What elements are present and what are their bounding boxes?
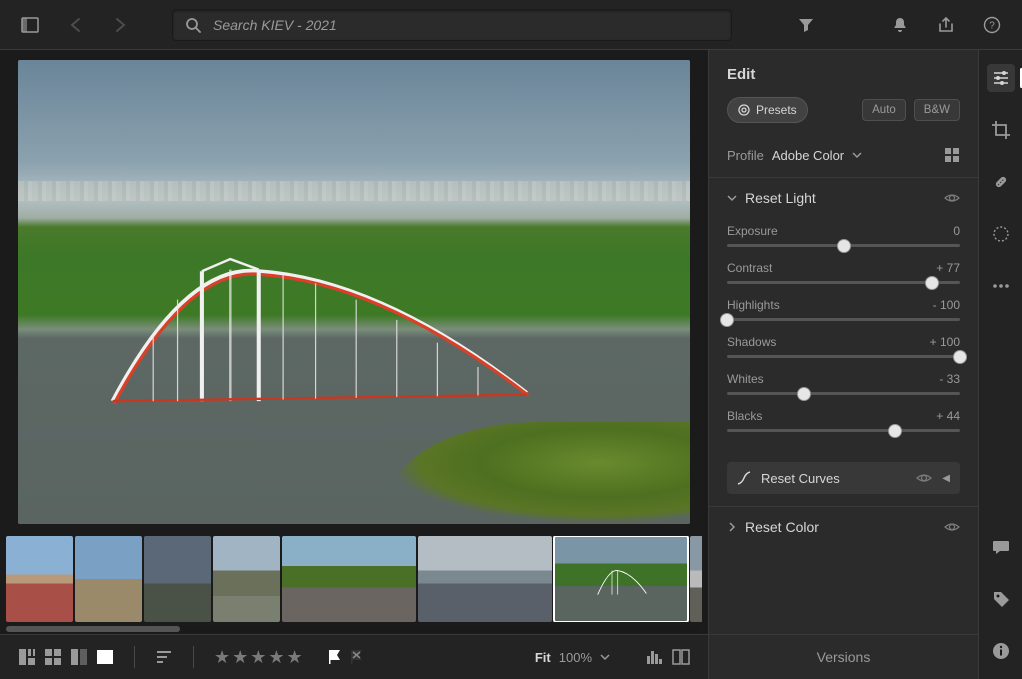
- blacks-label: Blacks: [727, 409, 762, 423]
- bell-icon[interactable]: [886, 11, 914, 39]
- more-tool[interactable]: [987, 272, 1015, 300]
- profile-browser-icon[interactable]: [944, 147, 960, 163]
- view-single-icon[interactable]: [96, 648, 114, 666]
- shadows-slider[interactable]: Shadows + 100: [727, 335, 960, 358]
- blacks-value: + 44: [936, 409, 960, 423]
- healing-tool[interactable]: [987, 168, 1015, 196]
- thumb-1[interactable]: [6, 536, 73, 622]
- blacks-slider[interactable]: Blacks + 44: [727, 409, 960, 432]
- curve-icon: [737, 471, 751, 485]
- profile-dropdown-icon[interactable]: [852, 150, 862, 160]
- histogram-icon[interactable]: [646, 648, 664, 666]
- reject-flag-icon[interactable]: [349, 649, 365, 665]
- auto-button[interactable]: Auto: [862, 99, 906, 121]
- edit-tool[interactable]: [987, 64, 1015, 92]
- chevron-right-icon: [727, 522, 737, 532]
- eye-icon[interactable]: [916, 470, 932, 486]
- view-grid-icon[interactable]: [18, 648, 36, 666]
- blacks-knob[interactable]: [888, 424, 902, 438]
- nav-back-button[interactable]: [62, 11, 90, 39]
- exposure-slider[interactable]: Exposure 0: [727, 224, 960, 247]
- thumb-4[interactable]: [213, 536, 280, 622]
- whites-value: - 33: [939, 372, 960, 386]
- zoom-fit-label[interactable]: Fit: [535, 650, 551, 665]
- view-tiles-icon[interactable]: [44, 648, 62, 666]
- highlights-value: - 100: [933, 298, 960, 312]
- thumb-5[interactable]: [282, 536, 416, 622]
- contrast-knob[interactable]: [925, 276, 939, 290]
- exposure-knob[interactable]: [837, 239, 851, 253]
- whites-slider[interactable]: Whites - 33: [727, 372, 960, 395]
- whites-knob[interactable]: [797, 387, 811, 401]
- search-input[interactable]: [211, 16, 719, 34]
- curves-title: Reset Curves: [761, 471, 906, 486]
- chevron-down-icon: [727, 193, 737, 203]
- filter-icon[interactable]: [792, 11, 820, 39]
- color-section-header[interactable]: Reset Color: [709, 507, 978, 547]
- color-section-title: Reset Color: [745, 519, 936, 535]
- eye-icon[interactable]: [944, 190, 960, 206]
- compare-view-icon[interactable]: [672, 648, 690, 666]
- sort-icon[interactable]: [155, 648, 173, 666]
- view-compare-icon[interactable]: [70, 648, 88, 666]
- highlights-label: Highlights: [727, 298, 780, 312]
- curves-row[interactable]: Reset Curves ◀: [727, 462, 960, 494]
- bw-button[interactable]: B&W: [914, 99, 960, 121]
- profile-value[interactable]: Adobe Color: [772, 148, 844, 163]
- tag-tool[interactable]: [987, 585, 1015, 613]
- shadows-value: + 100: [930, 335, 960, 349]
- highlights-knob[interactable]: [720, 313, 734, 327]
- filmstrip: [0, 534, 708, 634]
- exposure-label: Exposure: [727, 224, 778, 238]
- shadows-knob[interactable]: [953, 350, 967, 364]
- rating-stars[interactable]: ★★★★★: [214, 647, 305, 668]
- info-tool[interactable]: [987, 637, 1015, 665]
- filmstrip-scrollbar[interactable]: [6, 626, 702, 632]
- expand-icon[interactable]: ◀: [942, 473, 950, 484]
- comment-tool[interactable]: [987, 533, 1015, 561]
- light-section-header[interactable]: Reset Light: [709, 178, 978, 218]
- svg-text:?: ?: [989, 20, 995, 31]
- eye-icon[interactable]: [944, 519, 960, 535]
- whites-label: Whites: [727, 372, 764, 386]
- versions-button[interactable]: Versions: [709, 634, 978, 679]
- shadows-label: Shadows: [727, 335, 776, 349]
- presets-label: Presets: [756, 103, 797, 117]
- help-icon[interactable]: ?: [978, 11, 1006, 39]
- exposure-value: 0: [953, 224, 960, 238]
- main-photo[interactable]: [18, 60, 690, 524]
- thumb-3[interactable]: [144, 536, 211, 622]
- presets-button[interactable]: Presets: [727, 97, 808, 123]
- masking-tool[interactable]: [987, 220, 1015, 248]
- thumb-7[interactable]: [554, 536, 688, 622]
- thumb-6[interactable]: [418, 536, 552, 622]
- share-icon[interactable]: [932, 11, 960, 39]
- thumb-8[interactable]: [690, 536, 702, 622]
- crop-tool[interactable]: [987, 116, 1015, 144]
- search-field[interactable]: [172, 9, 732, 41]
- contrast-slider[interactable]: Contrast + 77: [727, 261, 960, 284]
- contrast-value: + 77: [936, 261, 960, 275]
- panel-toggle-icon[interactable]: [16, 11, 44, 39]
- highlights-slider[interactable]: Highlights - 100: [727, 298, 960, 321]
- search-icon: [185, 17, 201, 33]
- edit-panel-title: Edit: [727, 66, 960, 83]
- nav-forward-button[interactable]: [106, 11, 134, 39]
- contrast-label: Contrast: [727, 261, 772, 275]
- profile-label: Profile: [727, 148, 764, 163]
- zoom-value[interactable]: 100%: [559, 650, 592, 665]
- zoom-dropdown-icon[interactable]: [600, 652, 610, 662]
- thumb-2[interactable]: [75, 536, 142, 622]
- light-section-title: Reset Light: [745, 190, 936, 206]
- pick-flag-icon[interactable]: [327, 649, 343, 665]
- presets-icon: [738, 104, 750, 116]
